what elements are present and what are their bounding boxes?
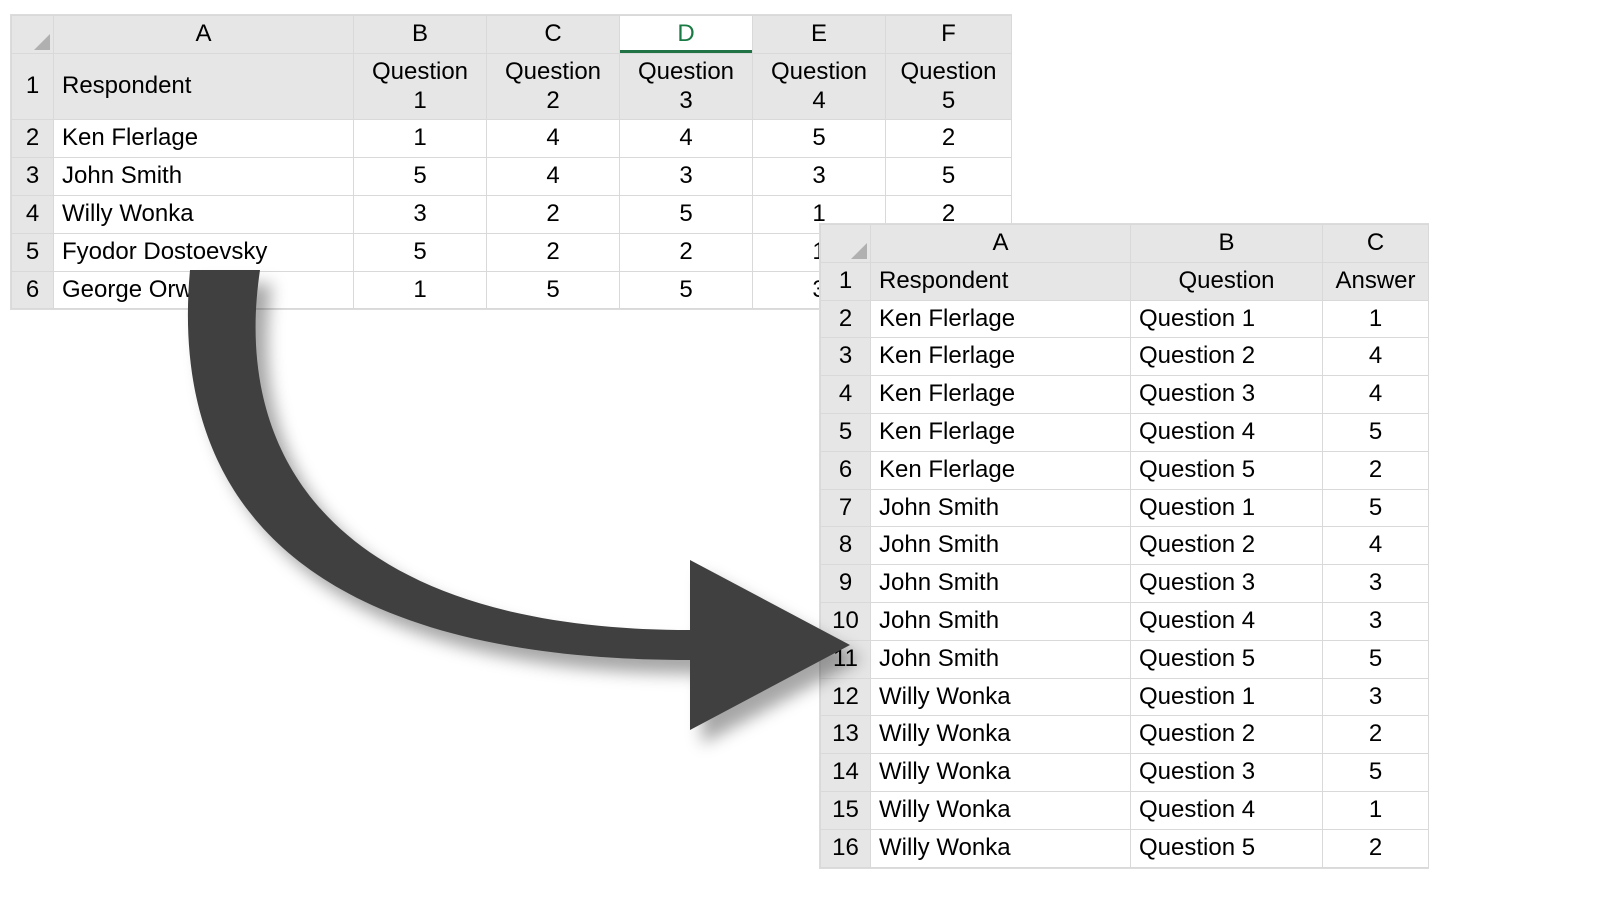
cell[interactable]: Ken Flerlage (871, 338, 1131, 376)
cell[interactable]: 2 (487, 195, 620, 233)
column-header-B[interactable]: B (1131, 225, 1323, 263)
cell[interactable]: Question 4 (1131, 413, 1323, 451)
cell[interactable]: John Smith (871, 565, 1131, 603)
cell[interactable]: Ken Flerlage (871, 413, 1131, 451)
cell[interactable]: 4 (1323, 338, 1429, 376)
cell[interactable]: 3 (1323, 565, 1429, 603)
column-title[interactable]: Question 3 (620, 53, 753, 120)
cell[interactable]: 2 (1323, 829, 1429, 867)
cell[interactable]: 4 (1323, 527, 1429, 565)
cell[interactable]: 3 (354, 195, 487, 233)
cell[interactable]: Question 4 (1131, 602, 1323, 640)
cell[interactable]: John Smith (54, 158, 354, 196)
arrow-icon (150, 260, 870, 740)
row-header[interactable]: 2 (12, 120, 54, 158)
cell[interactable]: 5 (1323, 413, 1429, 451)
column-header-E[interactable]: E (753, 16, 886, 54)
row-header[interactable]: 1 (12, 53, 54, 120)
cell[interactable]: 5 (886, 158, 1012, 196)
cell[interactable]: Question 2 (1131, 338, 1323, 376)
column-title[interactable]: Answer (1323, 262, 1429, 300)
row-header[interactable]: 4 (12, 195, 54, 233)
cell[interactable]: Ken Flerlage (871, 376, 1131, 414)
cell[interactable]: 5 (753, 120, 886, 158)
cell[interactable]: 1 (354, 120, 487, 158)
cell[interactable]: 1 (1323, 791, 1429, 829)
row-header[interactable]: 14 (821, 754, 871, 792)
select-all-corner[interactable] (12, 16, 54, 54)
cell[interactable]: 3 (753, 158, 886, 196)
column-header-C[interactable]: C (487, 16, 620, 54)
cell[interactable]: Question 5 (1131, 451, 1323, 489)
cell[interactable]: Question 5 (1131, 640, 1323, 678)
sheet2-table: ABC 1 RespondentQuestionAnswer 2 Ken Flerlag… (820, 224, 1429, 868)
cell[interactable]: 2 (1323, 451, 1429, 489)
cell[interactable]: Question 5 (1131, 829, 1323, 867)
cell[interactable]: Willy Wonka (871, 716, 1131, 754)
cell[interactable]: John Smith (871, 640, 1131, 678)
row-header[interactable]: 16 (821, 829, 871, 867)
column-header-B[interactable]: B (354, 16, 487, 54)
cell[interactable]: 3 (620, 158, 753, 196)
cell[interactable]: Question 3 (1131, 754, 1323, 792)
cell[interactable]: 5 (1323, 754, 1429, 792)
column-title[interactable]: Respondent (54, 53, 354, 120)
column-title[interactable]: Question 2 (487, 53, 620, 120)
column-title[interactable]: Question 1 (354, 53, 487, 120)
cell[interactable]: Willy Wonka (871, 678, 1131, 716)
cell[interactable]: Question 1 (1131, 300, 1323, 338)
cell[interactable]: 5 (1323, 489, 1429, 527)
column-title[interactable]: Question (1131, 262, 1323, 300)
column-header-A[interactable]: A (871, 225, 1131, 263)
row-header[interactable]: 6 (12, 271, 54, 309)
cell[interactable]: John Smith (871, 602, 1131, 640)
cell[interactable]: 4 (620, 120, 753, 158)
cell[interactable]: 4 (1323, 376, 1429, 414)
cell[interactable]: 2 (1323, 716, 1429, 754)
cell[interactable]: John Smith (871, 527, 1131, 565)
column-title[interactable]: Question 4 (753, 53, 886, 120)
cell[interactable]: 3 (1323, 602, 1429, 640)
cell[interactable]: Willy Wonka (871, 791, 1131, 829)
cell[interactable]: 3 (1323, 678, 1429, 716)
cell[interactable]: 1 (1323, 300, 1429, 338)
cell[interactable]: 5 (620, 195, 753, 233)
row-header[interactable]: 3 (12, 158, 54, 196)
cell[interactable]: Question 3 (1131, 376, 1323, 414)
cell[interactable]: 4 (487, 158, 620, 196)
row-header[interactable]: 15 (821, 791, 871, 829)
column-header-F[interactable]: F (886, 16, 1012, 54)
cell[interactable]: Willy Wonka (54, 195, 354, 233)
select-all-corner[interactable] (821, 225, 871, 263)
cell[interactable]: Question 3 (1131, 565, 1323, 603)
cell[interactable]: Ken Flerlage (54, 120, 354, 158)
cell[interactable]: 5 (1323, 640, 1429, 678)
cell[interactable]: 4 (487, 120, 620, 158)
column-header-C[interactable]: C (1323, 225, 1429, 263)
cell[interactable]: Question 1 (1131, 678, 1323, 716)
cell[interactable]: 2 (886, 120, 1012, 158)
cell[interactable]: John Smith (871, 489, 1131, 527)
column-title[interactable]: Question 5 (886, 53, 1012, 120)
cell[interactable]: Ken Flerlage (871, 451, 1131, 489)
column-header-A[interactable]: A (54, 16, 354, 54)
row-header[interactable]: 5 (12, 233, 54, 271)
sheet2: ABC 1 RespondentQuestionAnswer 2 Ken Flerlag… (819, 223, 1429, 869)
cell[interactable]: Question 2 (1131, 716, 1323, 754)
cell[interactable]: Question 1 (1131, 489, 1323, 527)
cell[interactable]: Willy Wonka (871, 829, 1131, 867)
cell[interactable]: Question 2 (1131, 527, 1323, 565)
cell[interactable]: Ken Flerlage (871, 300, 1131, 338)
cell[interactable]: Willy Wonka (871, 754, 1131, 792)
cell[interactable]: Question 4 (1131, 791, 1323, 829)
column-title[interactable]: Respondent (871, 262, 1131, 300)
column-header-D[interactable]: D (620, 16, 753, 54)
cell[interactable]: 5 (354, 158, 487, 196)
